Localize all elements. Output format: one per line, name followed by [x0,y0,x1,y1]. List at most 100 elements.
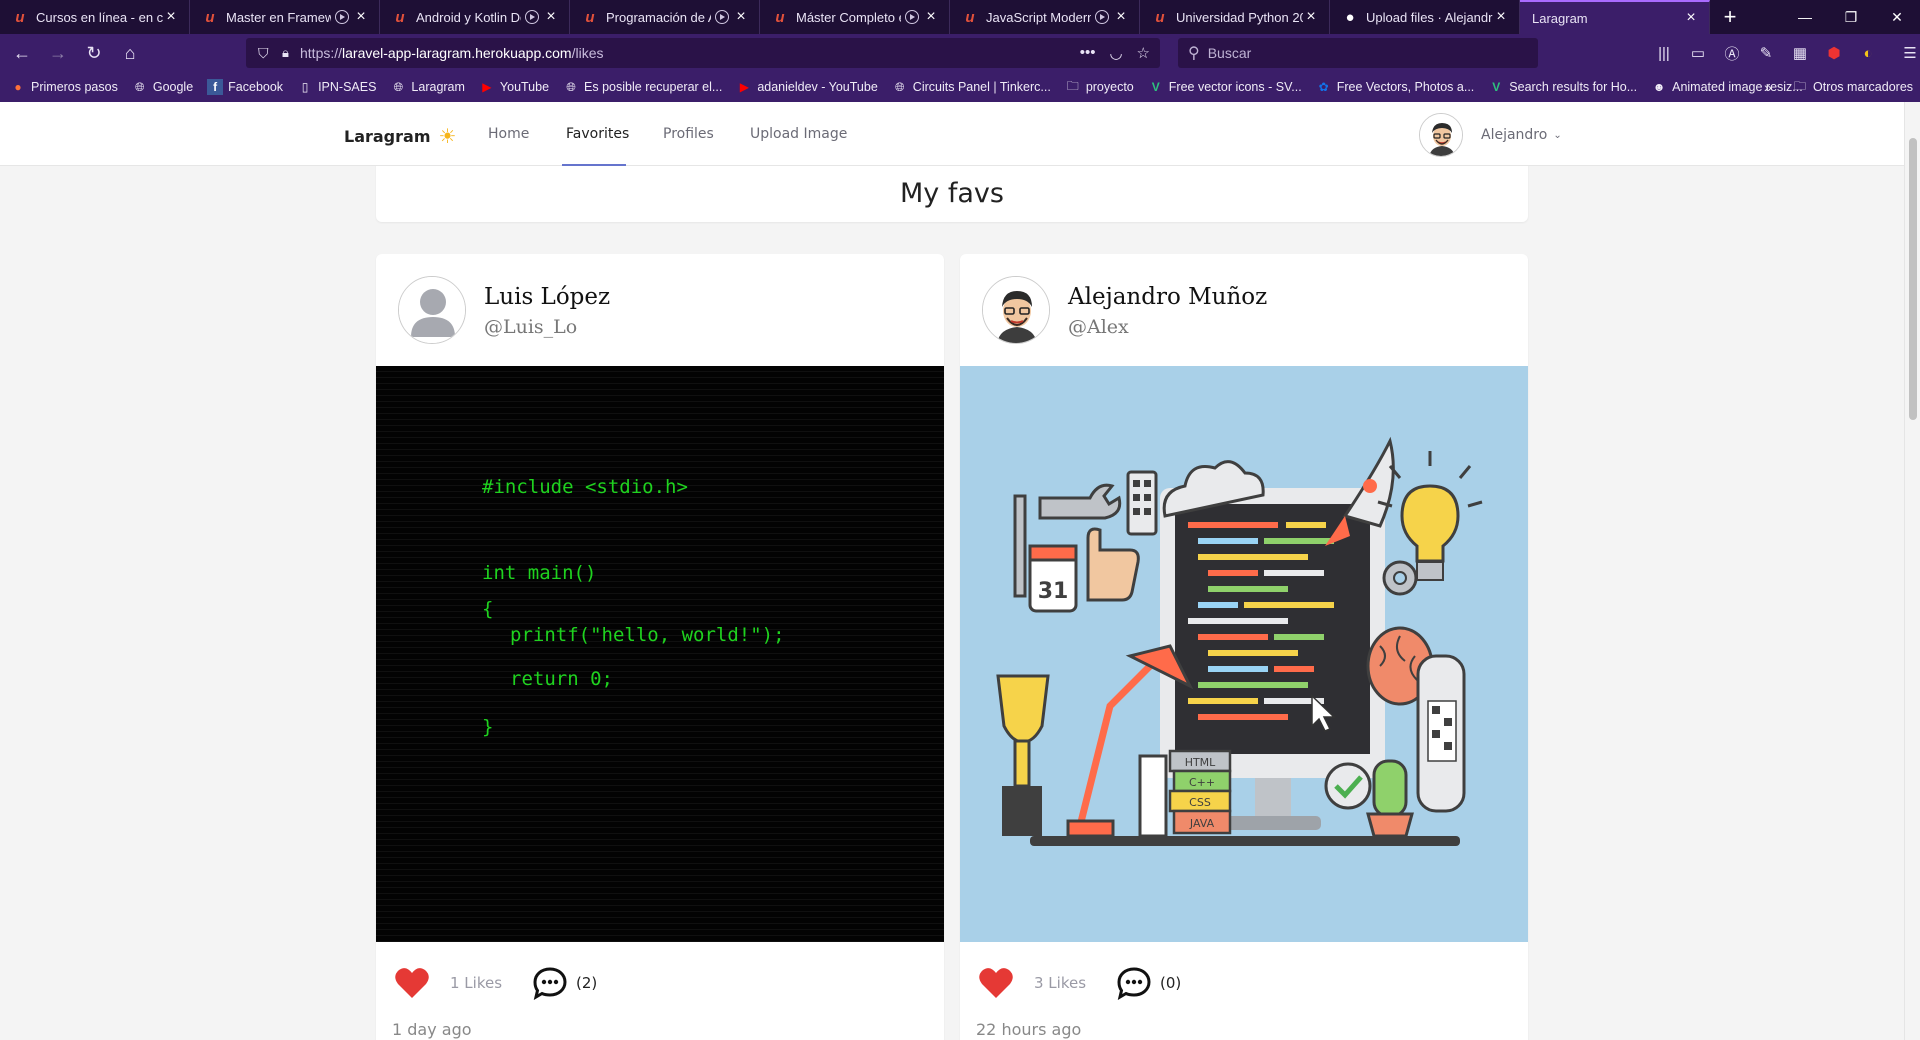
tracking-shield-icon[interactable]: ⛉ [258,45,269,62]
close-tab-icon[interactable]: × [163,9,179,25]
bookmark-item[interactable]: ▶ adanieldev - YouTube [736,79,878,95]
bookmark-item[interactable]: V Search results for Ho... [1488,79,1637,95]
bookmark-item[interactable]: V Free vector icons - SV... [1148,79,1302,95]
sidebar-icon[interactable]: ▭ [1686,41,1710,65]
post-author-handle[interactable]: @Luis_Lo [484,316,577,338]
bookmark-item[interactable]: 🗀︎ proyecto [1065,79,1134,95]
developer-illustration: 31 HTML C++ CSS JAVA [996,436,1483,846]
pen-icon[interactable]: ✎ [1754,41,1778,65]
browser-tab[interactable]: uMáster Completo en× [760,0,950,34]
code-line: #include <stdio.h> [482,476,688,498]
page-actions-icon[interactable]: ••• [1080,44,1096,62]
post-author-name[interactable]: Luis López [484,284,610,310]
adblock-icon[interactable]: ⬢ [1822,41,1846,65]
nav-profiles[interactable]: Profiles [663,126,714,142]
other-bookmarks[interactable]: 🗀︎ Otros marcadores [1792,79,1913,95]
media-playing-icon[interactable] [1095,10,1109,24]
ezgif-icon: ☻ [1652,80,1666,94]
nav-favorites[interactable]: Favorites [566,126,629,142]
post-timestamp: 22 hours ago [976,1020,1082,1039]
close-tab-icon[interactable]: × [1303,9,1319,25]
close-window-icon[interactable]: ✕ [1874,0,1920,34]
heart-icon[interactable] [394,967,430,999]
browser-tab-active[interactable]: Laragram × [1520,0,1710,34]
home-icon[interactable]: ⌂ [114,38,146,68]
post-author-handle[interactable]: @Alex [1068,316,1129,338]
sun-icon: ☀ [438,124,457,148]
bookmark-item[interactable]: ✿ Free Vectors, Photos a... [1316,79,1475,95]
browser-tab[interactable]: uProgramación de An× [570,0,760,34]
browser-tab[interactable]: ● Upload files · Alejandro- × [1330,0,1520,34]
menu-icon[interactable]: ☰ [1898,41,1920,65]
restore-icon[interactable]: ❐ [1828,0,1874,34]
avatar[interactable] [398,276,466,344]
browser-tab[interactable]: u JavaScript Moderno × [950,0,1140,34]
close-tab-icon[interactable]: × [1113,9,1129,25]
comments-count[interactable]: (2) [576,974,597,992]
avatar[interactable] [982,276,1050,344]
bookmark-item[interactable]: ▯ IPN-SAES [297,79,377,95]
media-playing-icon[interactable] [525,10,539,24]
close-tab-icon[interactable]: × [543,9,559,25]
scrollbar-thumb[interactable] [1909,138,1917,420]
post-image[interactable]: #include <stdio.h> int main() { printf("… [376,366,944,942]
close-tab-icon[interactable]: × [353,9,369,25]
udemy-icon: u [15,8,25,26]
comments-count[interactable]: (0) [1160,974,1181,992]
bookmark-item[interactable]: 🌐︎ Circuits Panel | Tinkerc... [892,79,1051,95]
library-icon[interactable]: ||| [1652,41,1676,65]
reload-icon[interactable]: ↻ [78,38,110,68]
browser-tab[interactable]: uAndroid y Kotlin Des× [380,0,570,34]
browser-tab[interactable]: uCursos en línea - en cual× [0,0,190,34]
nav-upload-image[interactable]: Upload Image [750,126,847,142]
back-icon[interactable]: ← [6,38,38,68]
bookmark-item[interactable]: 🌐︎ Laragram [390,79,465,95]
grid-extension-icon[interactable]: ▦ [1788,41,1812,65]
heart-icon[interactable] [978,967,1014,999]
globe-icon: 🌐︎ [894,79,905,94]
search-icon: ⚲ [1188,45,1200,62]
forward-icon[interactable]: → [42,38,74,68]
minimize-icon[interactable]: — [1782,0,1828,34]
brand-logo[interactable]: Laragram ☀ [344,124,456,148]
page-scrollbar[interactable] [1904,102,1920,1040]
coffee-cup-icon [1138,754,1168,838]
browser-toolbar: ← → ↻ ⌂ ⛉ 🔒︎ https://laravel-app-laragra… [0,34,1920,72]
bookmark-item[interactable]: ☻ Animated image resiz... [1651,79,1803,95]
lock-icon[interactable]: 🔒︎ [282,45,289,61]
folder-icon: 🗀︎ [1066,78,1079,93]
close-tab-icon[interactable]: × [1493,9,1509,25]
close-tab-icon[interactable]: × [1683,10,1699,26]
bookmark-item[interactable]: ▶ YouTube [479,79,549,95]
pocket-icon[interactable]: ◡ [1109,44,1122,62]
chevron-double-right-icon[interactable]: » [1764,79,1772,95]
bookmark-star-icon[interactable]: ☆ [1137,44,1150,62]
comment-icon[interactable] [1116,966,1152,1000]
comment-icon[interactable] [532,966,568,1000]
media-playing-icon[interactable] [905,10,919,24]
url-text[interactable]: https://laravel-app-laragram.herokuapp.c… [300,45,604,61]
browser-tab[interactable]: uUniversidad Python 2021× [1140,0,1330,34]
globe-icon: 🌐︎ [566,79,576,94]
post-image[interactable]: 31 HTML C++ CSS JAVA [960,366,1528,942]
page-icon: ▯ [301,80,309,94]
github-icon: ● [1345,8,1355,26]
nav-home[interactable]: Home [488,126,529,142]
bookmark-item[interactable]: 🌐︎ Google [132,79,193,95]
new-tab-button[interactable]: + [1710,0,1750,34]
search-input[interactable]: ⚲ Buscar [1178,38,1538,68]
book-label: C++ [1189,776,1215,789]
browser-tab[interactable]: uMaster en Framework× [190,0,380,34]
account-icon[interactable]: Ⓐ [1720,41,1744,65]
post-author-name[interactable]: Alejandro Muñoz [1068,284,1267,310]
bookmark-item[interactable]: f Facebook [207,79,283,95]
bookmark-item[interactable]: ● Primeros pasos [10,79,117,95]
color-extension-icon[interactable]: ◐ [1856,41,1880,65]
user-dropdown[interactable]: Alejandro ⌄ [1419,113,1562,157]
close-tab-icon[interactable]: × [733,9,749,25]
close-tab-icon[interactable]: × [923,9,939,25]
media-playing-icon[interactable] [335,10,349,24]
bookmark-item[interactable]: 🌐︎ Es posible recuperar el... [563,79,722,95]
address-bar[interactable]: ⛉ 🔒︎ https://laravel-app-laragram.heroku… [246,38,1160,68]
media-playing-icon[interactable] [715,10,729,24]
